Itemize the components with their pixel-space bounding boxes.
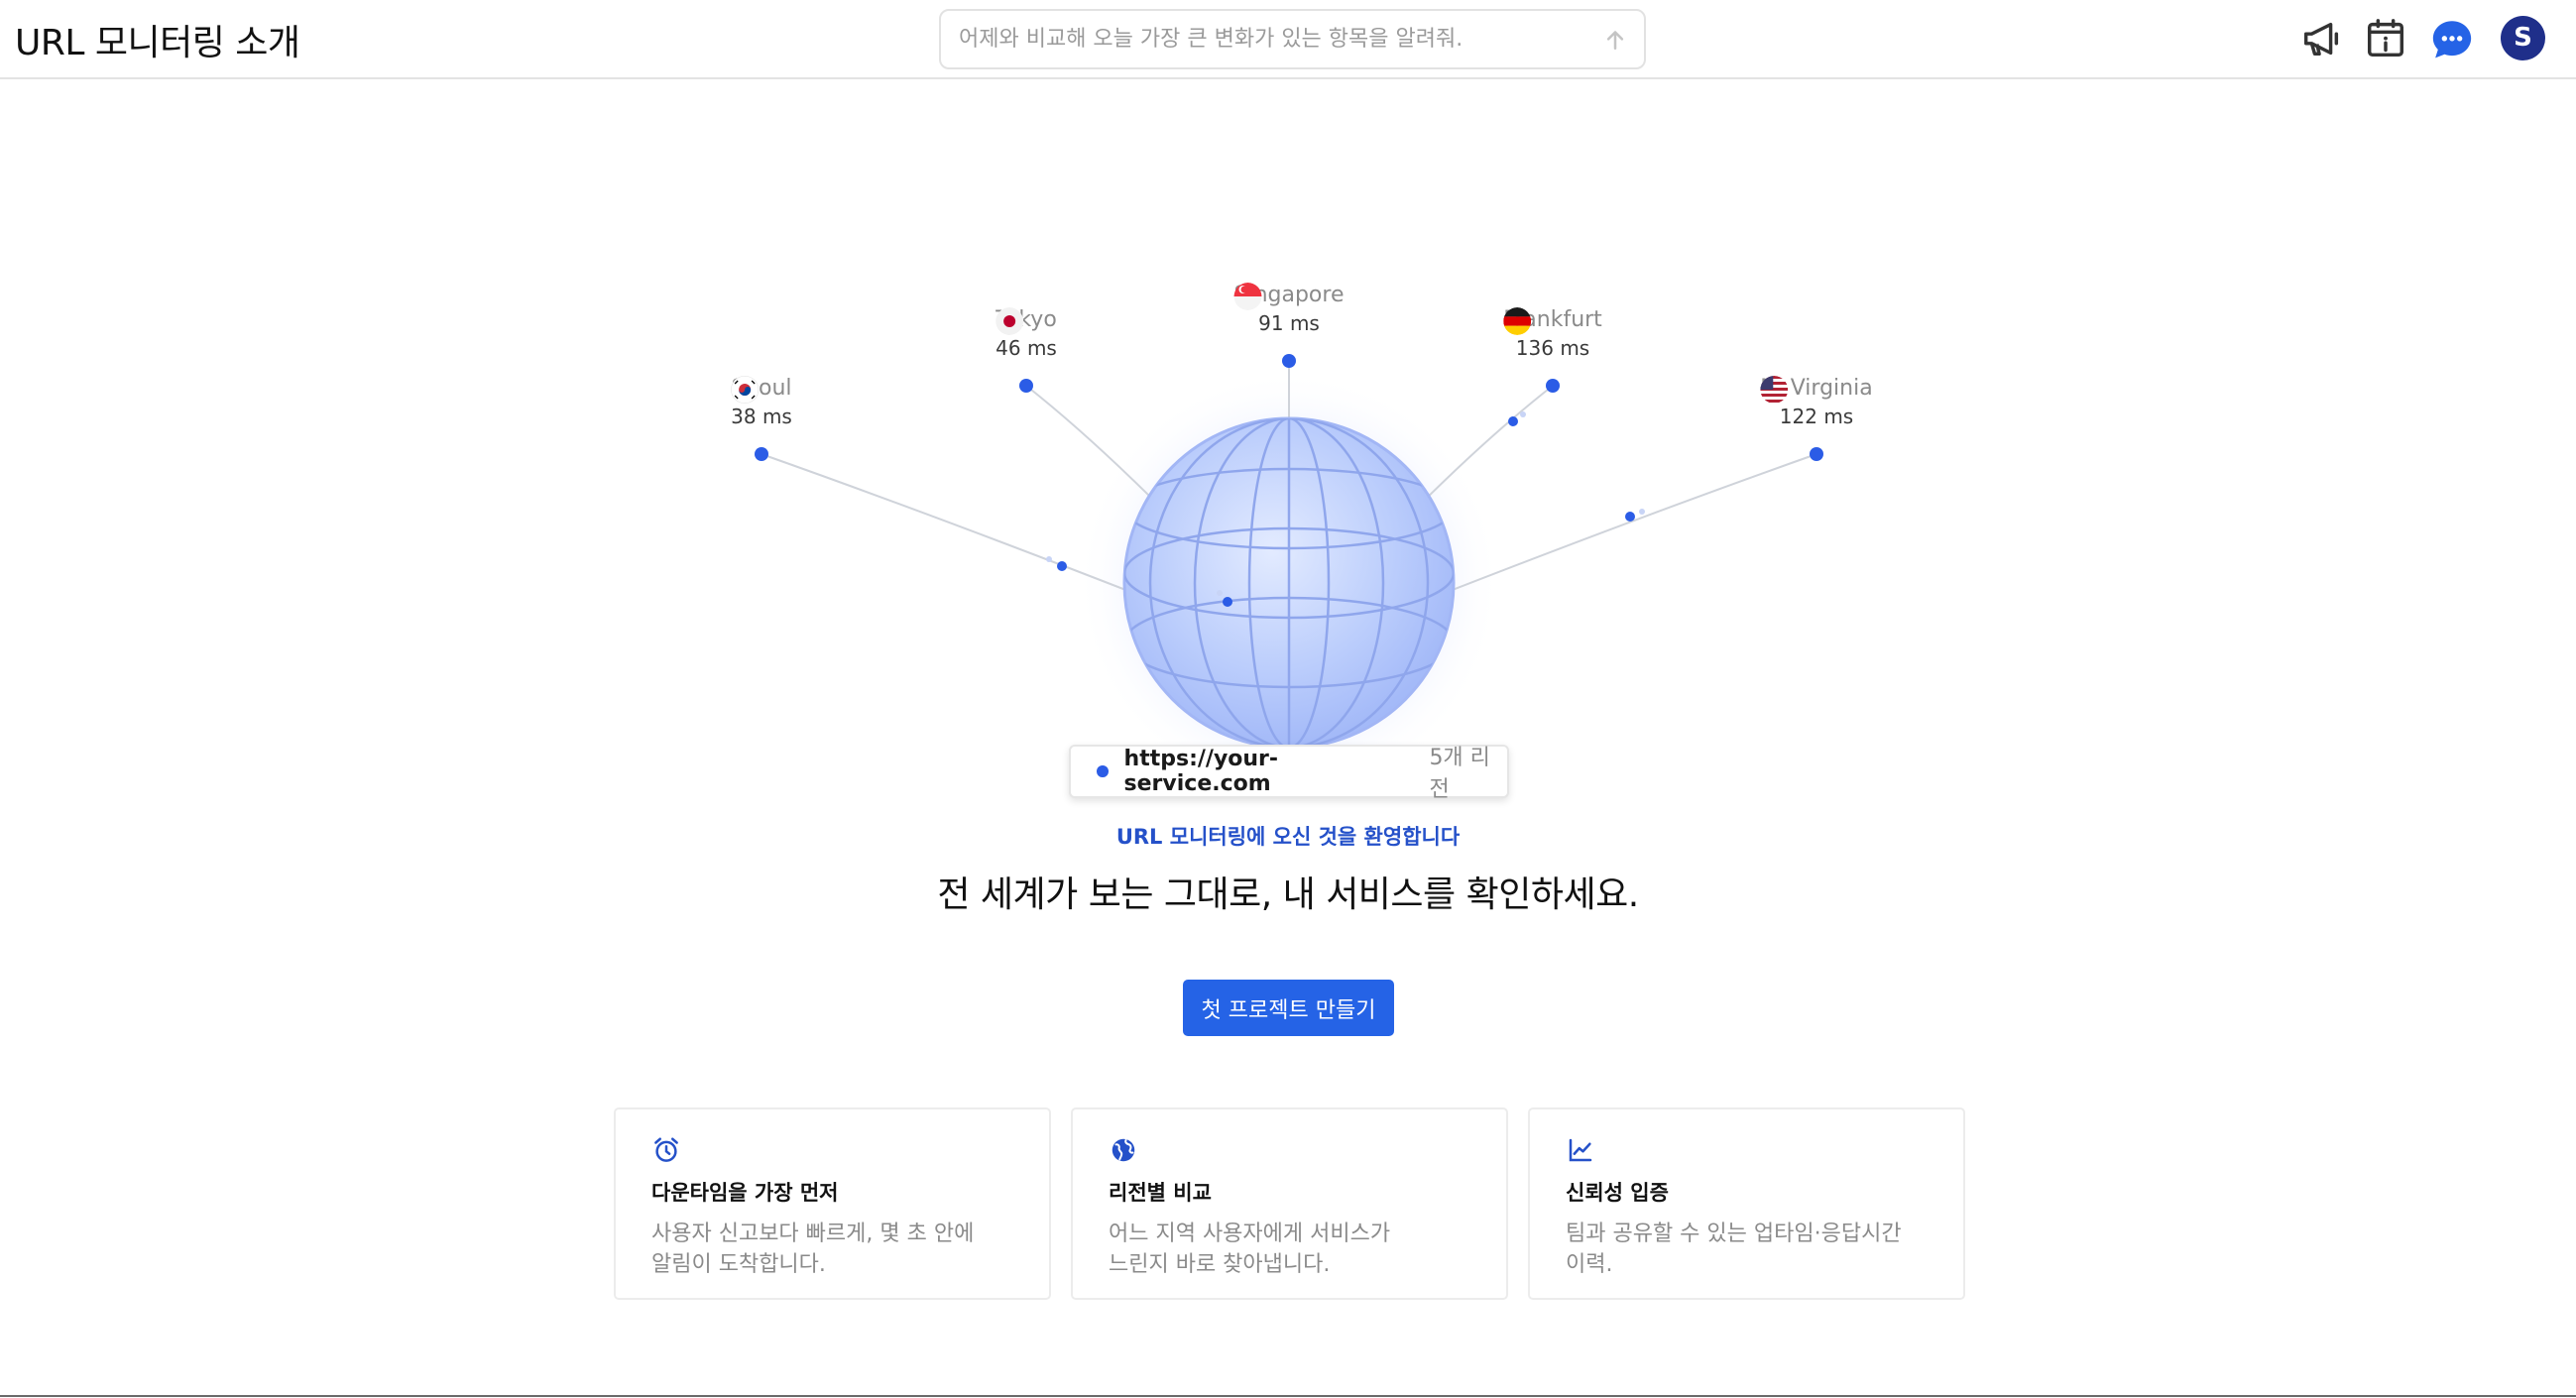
hero-headline: 전 세계가 보는 그대로, 내 서비스를 확인하세요. — [937, 874, 1639, 915]
welcome-eyebrow: URL 모니터링에 오신 것을 환영합니다 — [1115, 825, 1461, 849]
bottom-divider — [0, 1395, 2576, 1397]
feature-card-reliability: 신뢰성 입증 팀과 공유할 수 있는 업타임·응답시간 이력. — [1528, 1107, 1965, 1300]
singapore-flag-icon — [1233, 283, 1262, 310]
region-label-seoul: Seoul 38 ms — [731, 376, 792, 428]
target-url-pill: https://your-service.com 5개 리전 — [1069, 745, 1509, 802]
feature-card-region-compare: 리전별 비교 어느 지역 사용자에게 서비스가 느린지 바로 찾아냅니다. — [1071, 1107, 1508, 1300]
region-latency: 38 ms — [731, 405, 792, 428]
region-latency: 46 ms — [995, 336, 1057, 360]
card-description: 사용자 신고보다 빠르게, 몇 초 안에 알림이 도착합니다. — [651, 1219, 1013, 1280]
top-header: URL 모니터링 소개 S — [0, 0, 2576, 79]
globe-icon — [1112, 1138, 1135, 1162]
card-desc-line: 사용자 신고보다 빠르게, 몇 초 안에 — [651, 1222, 975, 1246]
germany-flag-icon — [1503, 307, 1532, 335]
search-box[interactable] — [939, 9, 1646, 69]
send-arrow-icon[interactable] — [1600, 25, 1630, 55]
megaphone-icon[interactable] — [2298, 16, 2344, 61]
status-dot — [1097, 765, 1109, 777]
region-label-frankfurt: Frankfurt 136 ms — [1503, 307, 1602, 360]
card-title: 리전별 비교 — [1109, 1181, 1212, 1205]
card-description: 팀과 공유할 수 있는 업타임·응답시간 이력. — [1566, 1219, 1928, 1280]
region-label-tokyo: Tokyo 46 ms — [995, 307, 1057, 360]
card-title: 신뢰성 입증 — [1566, 1181, 1669, 1205]
usa-flag-icon — [1760, 376, 1789, 404]
card-desc-line: 이력. — [1566, 1252, 1613, 1277]
region-latency: 136 ms — [1515, 336, 1590, 360]
card-description: 어느 지역 사용자에게 서비스가 느린지 바로 찾아냅니다. — [1109, 1219, 1470, 1280]
target-url: https://your-service.com — [1123, 747, 1279, 796]
user-avatar[interactable]: S — [2501, 16, 2545, 60]
create-first-project-button[interactable]: 첫 프로젝트 만들기 — [1183, 980, 1394, 1036]
region-latency: 91 ms — [1258, 311, 1320, 335]
japan-flag-icon — [995, 307, 1024, 335]
calendar-info-icon[interactable] — [2363, 16, 2408, 61]
card-desc-line: 느린지 바로 찾아냅니다. — [1109, 1252, 1331, 1277]
page-title: URL 모니터링 소개 — [15, 23, 300, 63]
chat-bubble-icon[interactable] — [2429, 17, 2475, 62]
feature-card-downtime: 다운타임을 가장 먼저 사용자 신고보다 빠르게, 몇 초 안에 알림이 도착합… — [614, 1107, 1051, 1300]
line-chart-icon — [1569, 1138, 1592, 1162]
alarm-clock-icon — [654, 1137, 678, 1162]
card-desc-line: 어느 지역 사용자에게 서비스가 — [1109, 1222, 1391, 1246]
region-latency: 122 ms — [1779, 405, 1854, 428]
hero-graphic: Seoul 38 ms Tokyo 46 ms Singapore 91 ms … — [0, 81, 2576, 802]
app-root: URL 모니터링 소개 S — [0, 0, 2576, 1398]
card-title: 다운타임을 가장 먼저 — [651, 1181, 839, 1205]
region-label-singapore: Singapore 91 ms — [1233, 283, 1345, 335]
search-input[interactable] — [959, 11, 1554, 67]
korea-flag-icon — [731, 376, 760, 404]
card-desc-line: 알림이 도착합니다. — [651, 1252, 826, 1277]
globe-icon-large — [1122, 416, 1456, 750]
globe-network-graphic — [755, 354, 1823, 795]
region-label-n-virginia: N. Virginia 122 ms — [1760, 376, 1873, 428]
region-count: 5개 리전 — [1429, 746, 1490, 802]
card-desc-line: 팀과 공유할 수 있는 업타임·응답시간 — [1566, 1222, 1902, 1246]
